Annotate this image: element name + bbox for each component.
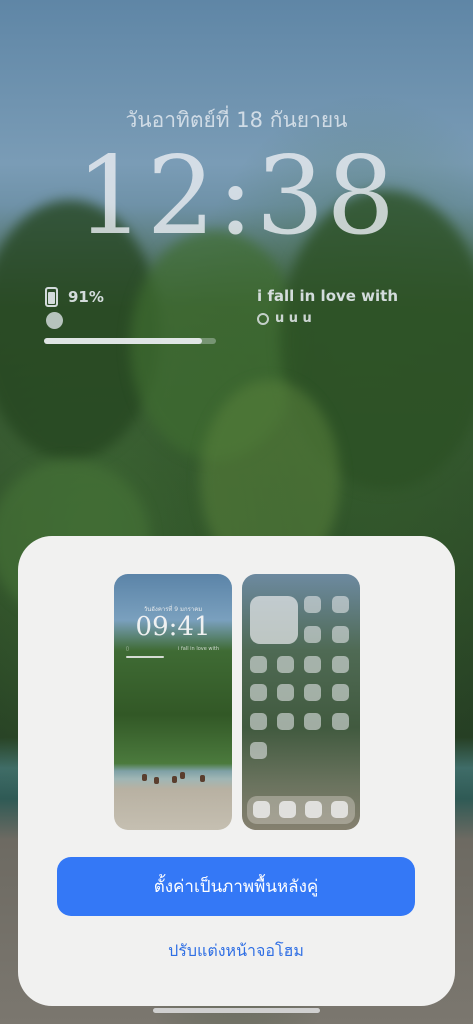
preview-app-icon <box>277 713 294 730</box>
battery-icon <box>45 287 58 307</box>
preview-app-icon <box>332 713 349 730</box>
preview-app-icon <box>304 626 321 643</box>
preview-dock-icon <box>305 801 322 818</box>
preview-progress-bar <box>126 656 164 658</box>
widget-progress-bar <box>44 338 216 344</box>
music-icon <box>257 312 269 325</box>
preview-app-icon <box>304 713 321 730</box>
preview-app-icon <box>277 684 294 701</box>
preview-app-icon <box>304 684 321 701</box>
music-widget-artist-row: u u u <box>257 311 312 326</box>
battery-percent: 91% <box>68 288 104 306</box>
preview-dock-icon <box>253 801 270 818</box>
preview-clock: 09:41 <box>135 612 211 642</box>
preview-app-icon <box>304 656 321 673</box>
preview-beach-people <box>114 772 232 786</box>
widget-progress-fill <box>44 338 203 344</box>
preview-app-icon <box>250 742 267 759</box>
preview-app-icon <box>332 596 349 613</box>
lock-clock: 12:38 <box>75 134 398 259</box>
preview-music-title: i fall in love with <box>178 646 219 652</box>
preview-dock <box>247 796 355 824</box>
preview-app-icon <box>250 656 267 673</box>
preview-dock-icon <box>279 801 296 818</box>
preview-battery-icon: ▯ <box>126 646 129 652</box>
widget-circle-icon <box>46 312 63 329</box>
preview-app-icon <box>250 684 267 701</box>
music-widget-artist: u u u <box>275 311 312 326</box>
set-wallpaper-pair-button[interactable]: ตั้งค่าเป็นภาพพื้นหลังคู่ <box>57 857 415 916</box>
home-screen-preview[interactable] <box>242 574 360 830</box>
preview-dock-icon <box>331 801 348 818</box>
home-indicator[interactable] <box>153 1008 320 1013</box>
preview-app-icon <box>304 596 321 613</box>
preview-app-icon <box>250 713 267 730</box>
preview-app-icon <box>277 656 294 673</box>
preview-app-icon <box>332 626 349 643</box>
customize-home-button[interactable]: ปรับแต่งหน้าจอโฮม <box>57 936 415 966</box>
preview-app-icon <box>332 684 349 701</box>
battery-widget[interactable]: 91% <box>45 287 104 307</box>
preview-app-icon <box>332 656 349 673</box>
preview-widget <box>250 596 298 644</box>
lock-date: วันอาทิตย์ที่ 18 กันยายน <box>125 108 348 132</box>
lock-screen-preview[interactable]: วันอังคารที่ 9 มกราคม 09:41 ▯ i fall in … <box>114 574 232 830</box>
music-widget-title[interactable]: i fall in love with <box>257 287 398 305</box>
